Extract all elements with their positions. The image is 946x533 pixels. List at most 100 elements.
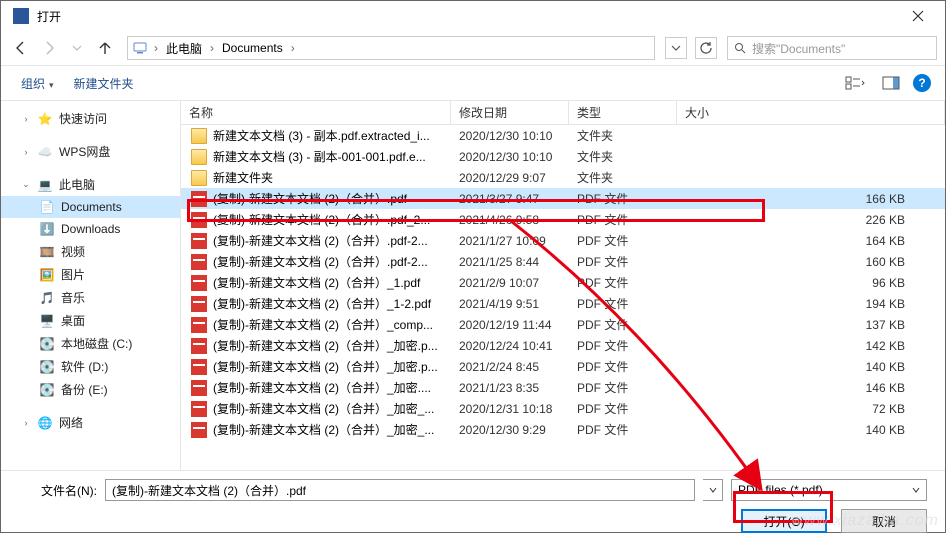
folder-icon (191, 170, 207, 186)
folder-icon (191, 128, 207, 144)
videos-icon: 🎞️ (39, 244, 55, 260)
close-button[interactable] (895, 1, 941, 31)
titlebar: 打开 (1, 1, 945, 31)
col-size[interactable]: 大小 (677, 101, 945, 124)
breadcrumb[interactable]: › 此电脑 › Documents › (127, 36, 655, 60)
file-name: (复制)-新建文本文档 (2)（合并）.pdf (213, 190, 451, 207)
file-name: (复制)-新建文本文档 (2)（合并）_comp... (213, 316, 451, 333)
pdf-icon (191, 296, 207, 312)
file-row[interactable]: (复制)-新建文本文档 (2)（合并）.pdf_2...2021/4/26 9:… (181, 209, 945, 230)
sidebar-desktop[interactable]: 🖥️桌面 (1, 309, 180, 332)
file-date: 2021/1/23 8:35 (451, 381, 569, 395)
preview-pane-button[interactable] (877, 72, 905, 94)
recent-dropdown[interactable] (65, 36, 89, 60)
file-list: 名称 修改日期 类型 大小 新建文本文档 (3) - 副本.pdf.extrac… (181, 101, 945, 470)
file-row[interactable]: 新建文件夹2020/12/29 9:07文件夹 (181, 167, 945, 188)
new-folder-button[interactable]: 新建文件夹 (68, 71, 140, 96)
file-date: 2020/12/31 10:18 (451, 402, 569, 416)
disk-icon: 💽 (39, 382, 55, 398)
file-size: 194 KB (677, 297, 945, 311)
help-button[interactable]: ? (913, 74, 931, 92)
file-size: 160 KB (677, 255, 945, 269)
pdf-icon (191, 422, 207, 438)
breadcrumb-dropdown[interactable] (665, 37, 687, 59)
file-row[interactable]: (复制)-新建文本文档 (2)（合并）_1.pdf2021/2/9 10:07P… (181, 272, 945, 293)
col-type[interactable]: 类型 (569, 101, 677, 124)
sidebar-disk-e[interactable]: 💽备份 (E:) (1, 378, 180, 401)
refresh-button[interactable] (695, 37, 717, 59)
back-button[interactable] (9, 36, 33, 60)
file-name: (复制)-新建文本文档 (2)（合并）_1.pdf (213, 274, 451, 291)
pdf-icon (191, 338, 207, 354)
sidebar-downloads[interactable]: ⬇️Downloads (1, 218, 180, 240)
file-date: 2021/2/24 8:45 (451, 360, 569, 374)
documents-icon: 📄 (39, 199, 55, 215)
sidebar-network[interactable]: ›🌐网络 (1, 411, 180, 434)
sidebar-documents[interactable]: 📄Documents (1, 196, 180, 218)
filename-input[interactable] (105, 479, 695, 501)
file-name: (复制)-新建文本文档 (2)（合并）_加密_... (213, 400, 451, 417)
col-date[interactable]: 修改日期 (451, 101, 569, 124)
app-icon (13, 8, 29, 24)
sidebar-disk-d[interactable]: 💽软件 (D:) (1, 355, 180, 378)
view-options-button[interactable] (841, 72, 869, 94)
file-row[interactable]: (复制)-新建文本文档 (2)（合并）_加密.p...2021/2/24 8:4… (181, 356, 945, 377)
file-type: PDF 文件 (569, 358, 677, 375)
watermark: www.xiazaiba.com (791, 512, 939, 530)
sidebar-music[interactable]: 🎵音乐 (1, 286, 180, 309)
file-size: 140 KB (677, 360, 945, 374)
file-row[interactable]: (复制)-新建文本文档 (2)（合并）.pdf-2...2021/1/27 10… (181, 230, 945, 251)
chevron-right-icon: › (150, 41, 162, 55)
file-row[interactable]: 新建文本文档 (3) - 副本-001-001.pdf.e...2020/12/… (181, 146, 945, 167)
file-date: 2020/12/30 9:29 (451, 423, 569, 437)
cloud-icon: ☁️ (37, 144, 53, 160)
file-date: 2020/12/19 11:44 (451, 318, 569, 332)
pc-icon: 💻 (37, 177, 53, 193)
file-row[interactable]: 新建文本文档 (3) - 副本.pdf.extracted_i...2020/1… (181, 125, 945, 146)
sidebar-quick-access[interactable]: ›⭐快速访问 (1, 107, 180, 130)
file-size: 226 KB (677, 213, 945, 227)
file-name: (复制)-新建文本文档 (2)（合并）_加密.... (213, 379, 451, 396)
nav-row: › 此电脑 › Documents › 搜索"Documents" (1, 31, 945, 65)
file-type-filter[interactable]: PDF files (*.pdf) (731, 479, 927, 501)
file-type: PDF 文件 (569, 274, 677, 291)
file-name: 新建文本文档 (3) - 副本.pdf.extracted_i... (213, 127, 451, 144)
sidebar-videos[interactable]: 🎞️视频 (1, 240, 180, 263)
file-row[interactable]: (复制)-新建文本文档 (2)（合并）_加密_...2020/12/31 10:… (181, 398, 945, 419)
file-size: 72 KB (677, 402, 945, 416)
disk-icon: 💽 (39, 359, 55, 375)
file-row[interactable]: (复制)-新建文本文档 (2)（合并）_comp...2020/12/19 11… (181, 314, 945, 335)
filename-dropdown[interactable] (703, 479, 723, 501)
file-row[interactable]: (复制)-新建文本文档 (2)（合并）.pdf-2...2021/1/25 8:… (181, 251, 945, 272)
forward-button[interactable] (37, 36, 61, 60)
file-type: PDF 文件 (569, 400, 677, 417)
file-row[interactable]: (复制)-新建文本文档 (2)（合并）_1-2.pdf2021/4/19 9:5… (181, 293, 945, 314)
sidebar-this-pc[interactable]: ⌄💻此电脑 (1, 173, 180, 196)
organize-menu[interactable]: 组织 (15, 71, 60, 96)
file-name: 新建文本文档 (3) - 副本-001-001.pdf.e... (213, 148, 451, 165)
sidebar-pictures[interactable]: 🖼️图片 (1, 263, 180, 286)
pdf-icon (191, 275, 207, 291)
search-input[interactable]: 搜索"Documents" (727, 36, 937, 60)
file-type: PDF 文件 (569, 232, 677, 249)
file-size: 146 KB (677, 381, 945, 395)
window-title: 打开 (37, 8, 895, 25)
up-button[interactable] (93, 36, 117, 60)
file-row[interactable]: (复制)-新建文本文档 (2)（合并）_加密....2021/1/23 8:35… (181, 377, 945, 398)
file-type: 文件夹 (569, 127, 677, 144)
crumb-root[interactable]: 此电脑 (164, 40, 204, 57)
file-date: 2021/4/26 9:58 (451, 213, 569, 227)
file-date: 2020/12/30 10:10 (451, 150, 569, 164)
file-row[interactable]: (复制)-新建文本文档 (2)（合并）_加密_...2020/12/30 9:2… (181, 419, 945, 440)
sidebar-wps[interactable]: ›☁️WPS网盘 (1, 140, 180, 163)
col-name[interactable]: 名称 (181, 101, 451, 124)
sidebar: ›⭐快速访问 ›☁️WPS网盘 ⌄💻此电脑 📄Documents ⬇️Downl… (1, 101, 181, 470)
column-headers[interactable]: 名称 修改日期 类型 大小 (181, 101, 945, 125)
file-size: 140 KB (677, 423, 945, 437)
sidebar-disk-c[interactable]: 💽本地磁盘 (C:) (1, 332, 180, 355)
file-row[interactable]: (复制)-新建文本文档 (2)（合并）.pdf2021/3/27 9:47PDF… (181, 188, 945, 209)
search-placeholder: 搜索"Documents" (752, 40, 845, 57)
crumb-folder[interactable]: Documents (220, 41, 285, 55)
file-row[interactable]: (复制)-新建文本文档 (2)（合并）_加密.p...2020/12/24 10… (181, 335, 945, 356)
pdf-icon (191, 254, 207, 270)
